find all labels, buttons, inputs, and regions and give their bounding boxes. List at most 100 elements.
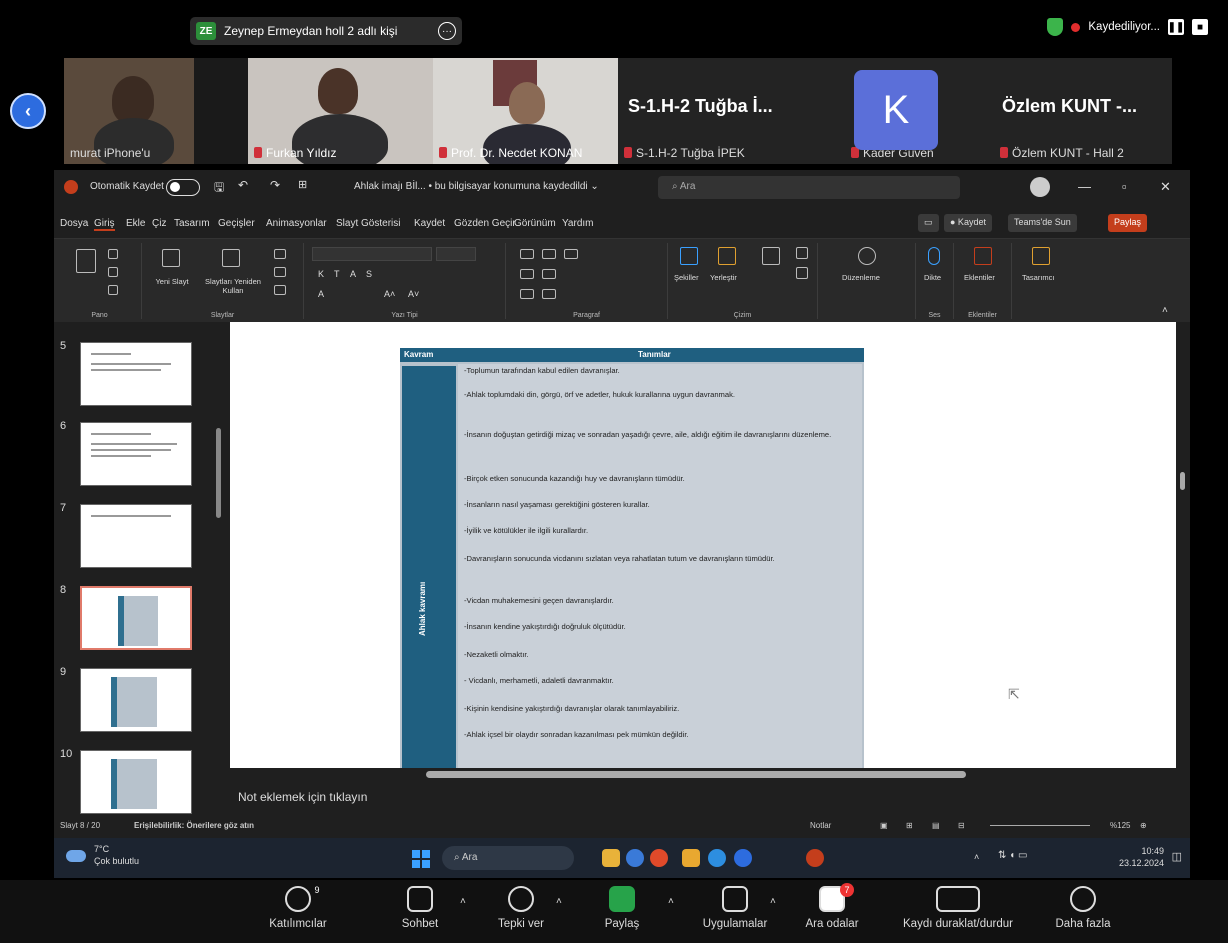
font-size-box[interactable] <box>436 247 476 261</box>
shapes-label[interactable]: Şekiller <box>674 273 699 282</box>
undo-icon[interactable]: ↶ <box>238 178 248 192</box>
weather-widget[interactable]: 7°C Çok bulutlu <box>94 843 139 867</box>
cut-icon[interactable] <box>108 249 118 259</box>
slide-thumbnail[interactable] <box>80 342 192 406</box>
new-slide-label[interactable]: Yeni Slayt <box>152 277 192 286</box>
present-in-teams-button[interactable]: Teams'de Sun <box>1008 214 1077 232</box>
screen-share-banner[interactable]: ZE Zeynep Ermeydan holl 2 adlı kişi ··· <box>190 17 462 45</box>
bold-icon[interactable]: K <box>318 269 324 279</box>
file-explorer-icon[interactable] <box>602 849 620 867</box>
powerpoint-app-icon[interactable] <box>806 849 824 867</box>
slide-thumbnail[interactable] <box>80 668 192 732</box>
justify-icon[interactable] <box>542 289 556 299</box>
quick-styles-icon[interactable] <box>762 247 780 265</box>
tab-home[interactable]: Giriş <box>94 218 115 231</box>
network-volume-icon[interactable]: ⇅ ◖ ▭ <box>998 850 1027 861</box>
tab-transitions[interactable]: Geçişler <box>218 218 255 229</box>
more-button[interactable]: Daha fazla <box>1048 886 1118 930</box>
tab-review[interactable]: Gözden Geçir <box>454 218 516 229</box>
apps-caret-icon[interactable]: ˄ <box>770 896 776 907</box>
thumbnail-scrollbar[interactable] <box>216 428 221 518</box>
chat-caret-icon[interactable]: ˄ <box>460 896 466 907</box>
strikethrough-icon[interactable]: S <box>366 269 372 279</box>
tab-design[interactable]: Tasarım <box>174 218 210 229</box>
comments-icon[interactable]: ▭ <box>918 214 939 232</box>
tab-draw[interactable]: Çiz <box>152 218 166 229</box>
find-icon[interactable] <box>858 247 876 265</box>
slide-vertical-scrollbar[interactable] <box>1176 322 1190 768</box>
numbering-icon[interactable] <box>542 249 556 259</box>
reset-icon[interactable] <box>274 267 286 277</box>
edge-icon[interactable] <box>708 849 726 867</box>
accessibility-status[interactable]: Erişilebilirlik: Önerilere göz atın <box>134 821 254 830</box>
share-screen-button[interactable]: Paylaş <box>592 886 652 930</box>
system-clock[interactable]: 10:49 23.12.2024 <box>1119 845 1164 869</box>
minimize-icon[interactable]: — <box>1078 179 1091 194</box>
designer-label[interactable]: Tasarımcı <box>1022 273 1055 282</box>
dictate-label[interactable]: Dikte <box>924 273 941 282</box>
tab-insert[interactable]: Ekle <box>126 218 145 229</box>
folder-icon[interactable] <box>682 849 700 867</box>
align-center-icon[interactable] <box>542 269 556 279</box>
pause-recording-icon[interactable]: ❚❚ <box>1168 19 1184 35</box>
participant-tile[interactable]: murat iPhone'u <box>64 58 194 164</box>
section-icon[interactable] <box>274 285 286 295</box>
reading-view-icon[interactable]: ▤ <box>932 821 940 830</box>
share-button[interactable]: Paylaş <box>1108 214 1148 232</box>
fit-to-window-icon[interactable]: ⊕ <box>1140 821 1147 830</box>
tab-file[interactable]: Dosya <box>60 218 88 229</box>
copy-icon[interactable] <box>108 267 118 277</box>
tray-chevron-icon[interactable]: ˄ <box>974 852 979 862</box>
format-painter-icon[interactable] <box>108 285 118 295</box>
designer-icon[interactable] <box>1032 247 1050 265</box>
save-icon[interactable]: 🖫 <box>214 178 224 199</box>
reuse-slides-label[interactable]: Slaytları Yeniden Kullan <box>204 277 262 295</box>
slide-table[interactable]: Kavram Tanımlar Ahlak kavramı -Toplumun … <box>400 348 864 768</box>
slide-sorter-icon[interactable]: ⊞ <box>906 821 913 830</box>
more-options-icon[interactable]: ··· <box>438 22 456 40</box>
notifications-icon[interactable]: ◫ <box>1172 850 1182 863</box>
participants-button[interactable]: 9 Katılımcılar <box>258 885 338 930</box>
slide-thumbnail[interactable] <box>80 750 192 814</box>
normal-view-icon[interactable]: ▣ <box>880 821 888 830</box>
font-color-icon[interactable]: A <box>318 289 324 299</box>
participant-tile[interactable]: Prof. Dr. Necdet KONAN <box>433 58 618 164</box>
tab-animations[interactable]: Animasyonlar <box>266 218 327 229</box>
security-shield-icon[interactable] <box>1047 18 1064 36</box>
underline-icon[interactable]: A <box>350 269 356 279</box>
zoom-slider[interactable] <box>990 825 1090 826</box>
reuse-slides-icon[interactable] <box>222 249 240 267</box>
share-caret-icon[interactable]: ˄ <box>668 896 674 907</box>
slide-thumbnail[interactable] <box>80 504 192 568</box>
presentation-icon[interactable]: ⊞ <box>298 178 307 191</box>
reactions-button[interactable]: Tepki ver <box>486 886 556 930</box>
grow-font-icon[interactable]: A˄ <box>384 289 395 299</box>
font-name-box[interactable] <box>312 247 432 261</box>
layout-icon[interactable] <box>274 249 286 259</box>
taskbar-search[interactable]: ⌕ Ara <box>442 846 574 870</box>
close-icon[interactable]: ✕ <box>1160 179 1171 195</box>
slide-horizontal-scrollbar[interactable] <box>230 768 1176 782</box>
new-slide-icon[interactable] <box>162 249 180 267</box>
windows-start-icon[interactable] <box>412 850 430 868</box>
paste-icon[interactable] <box>76 249 96 273</box>
tab-record[interactable]: Kaydet <box>414 218 445 229</box>
participant-tile[interactable]: Furkan Yıldız <box>248 58 433 164</box>
shrink-font-icon[interactable]: A˅ <box>408 289 419 299</box>
shape-fill-icon[interactable] <box>796 247 808 259</box>
user-avatar[interactable] <box>1030 177 1050 197</box>
back-arrow-button[interactable]: ‹ <box>10 93 46 129</box>
chat-button[interactable]: Sohbet <box>390 886 450 930</box>
microphone-icon[interactable] <box>928 247 940 265</box>
bullets-icon[interactable] <box>520 249 534 259</box>
line-spacing-icon[interactable] <box>564 249 578 259</box>
speaker-notes-field[interactable]: Not eklemek için tıklayın <box>230 784 1176 812</box>
apps-button[interactable]: Uygulamalar <box>690 886 780 930</box>
file-title[interactable]: Ahlak imajı Bİl... • bu bilgisayar konum… <box>354 181 599 192</box>
shapes-icon[interactable] <box>680 247 698 265</box>
align-left-icon[interactable] <box>520 269 534 279</box>
slide-canvas[interactable]: Kavram Tanımlar Ahlak kavramı -Toplumun … <box>230 322 1176 768</box>
chrome-icon[interactable] <box>626 849 644 867</box>
slide-thumbnail[interactable] <box>80 422 192 486</box>
align-right-icon[interactable] <box>520 289 534 299</box>
